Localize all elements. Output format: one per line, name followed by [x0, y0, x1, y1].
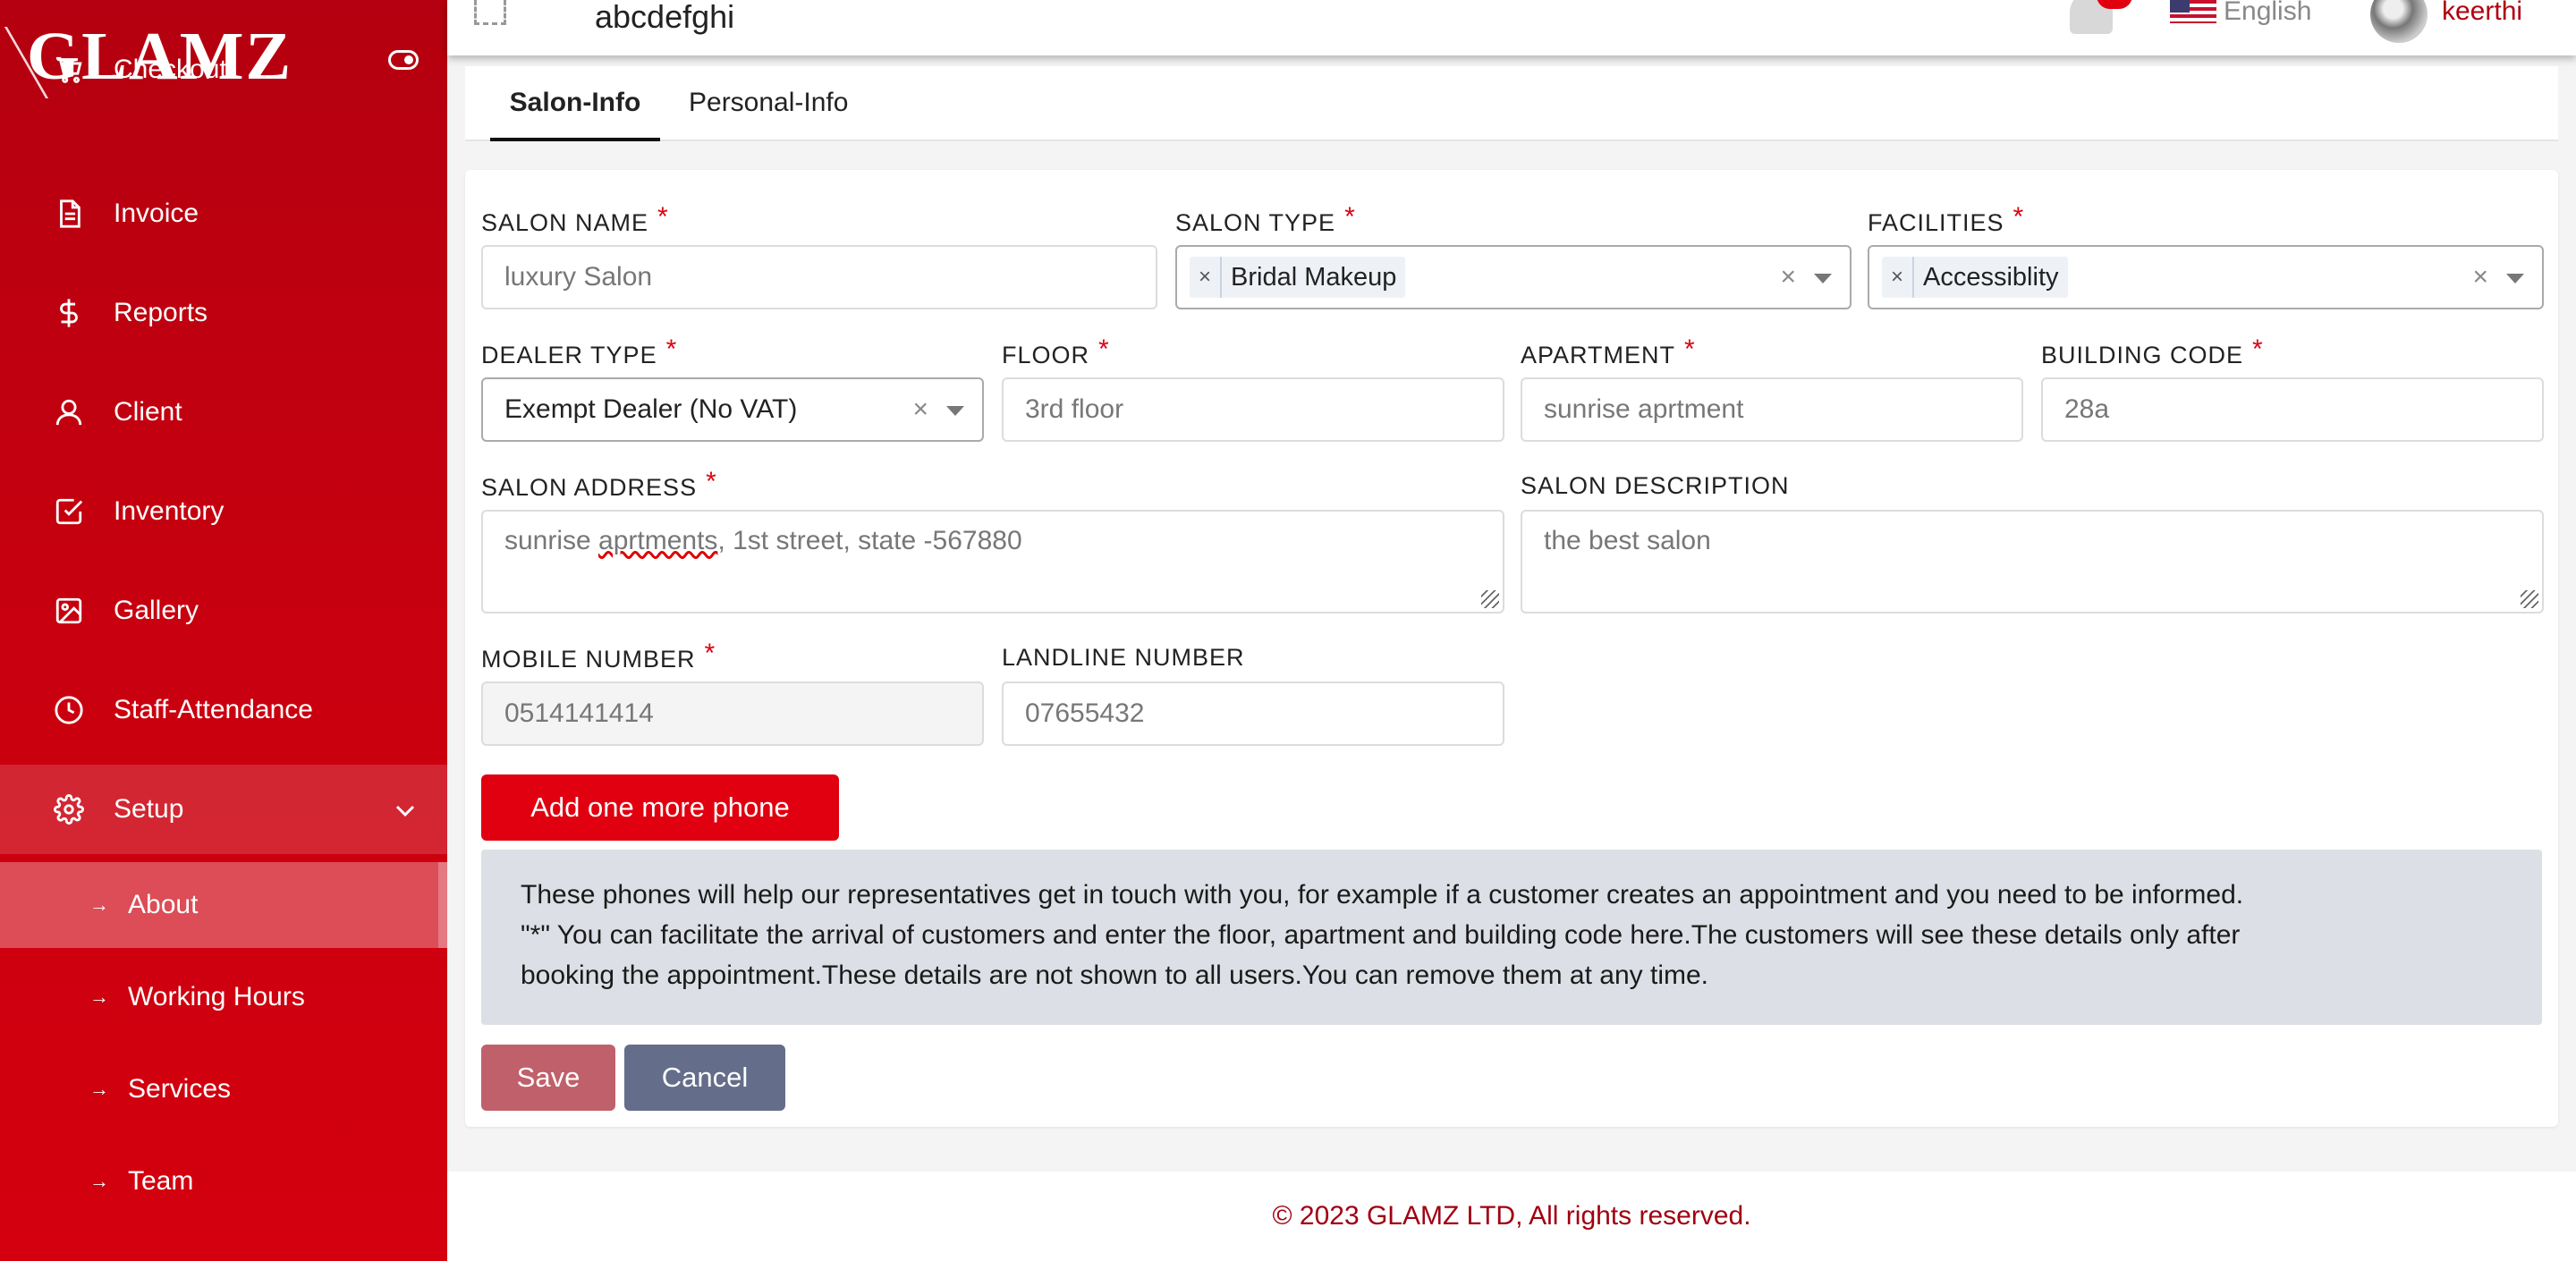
salon-address-label: SALON ADDRESS *	[481, 467, 717, 501]
sidebar-item-label: Checkout	[114, 55, 227, 84]
sidebar-item-label: Client	[114, 397, 182, 427]
chevron-down-icon[interactable]	[1814, 274, 1832, 284]
sidebar-item-invoice[interactable]: Invoice	[0, 169, 447, 258]
sidebar-subitem-label: Team	[128, 1166, 194, 1196]
cancel-button[interactable]: Cancel	[624, 1045, 785, 1111]
gear-icon	[52, 792, 86, 826]
arrow-right-icon: →	[89, 893, 109, 916]
building-code-input[interactable]: 28a	[2041, 377, 2544, 442]
language-selector[interactable]: English	[2224, 0, 2311, 27]
salon-name-label: SALON NAME *	[481, 202, 669, 236]
dealer-type-label: DEALER TYPE *	[481, 334, 678, 368]
tab-bar: Salon-Info Personal-Info	[465, 66, 2558, 141]
arrow-right-icon: →	[89, 986, 109, 1008]
dollar-icon	[52, 296, 86, 330]
sidebar: GLAMZ Checkout Invoice Reports Client In…	[0, 0, 447, 1261]
mobile-number-input[interactable]: 0514141414	[481, 681, 984, 746]
resize-handle[interactable]	[1481, 590, 1499, 608]
checkbox-icon	[52, 495, 86, 529]
sidebar-subitem-services[interactable]: → Services	[0, 1046, 447, 1132]
top-bar: abcdefghi English keerthi	[447, 0, 2576, 55]
arrow-right-icon: →	[89, 1170, 109, 1192]
building-code-label: BUILDING CODE *	[2041, 334, 2264, 368]
facilities-select[interactable]: × Accessiblity ×	[1868, 245, 2544, 309]
arrow-right-icon: →	[89, 1078, 109, 1100]
salon-info-form: SALON NAME * luxury Salon SALON TYPE * × B…	[465, 170, 2558, 1127]
floor-input[interactable]: 3rd floor	[1002, 377, 1504, 442]
chip-remove-icon[interactable]: ×	[1190, 257, 1223, 298]
address-text: sunrise	[504, 526, 599, 555]
salon-address-textarea[interactable]: sunrise aprtments, 1st street, state -56…	[481, 510, 1504, 614]
document-icon	[52, 197, 86, 231]
apartment-input[interactable]: sunrise aprtment	[1521, 377, 2023, 442]
salon-name-input[interactable]: luxury Salon	[481, 245, 1157, 309]
sidebar-subitem-about[interactable]: → About	[0, 862, 447, 948]
copyright-text: © 2023 GLAMZ LTD, All rights reserved.	[1272, 1201, 1751, 1231]
info-alert: These phones will help our representativ…	[481, 850, 2542, 1025]
chip-remove-icon[interactable]: ×	[1882, 257, 1915, 298]
image-icon	[52, 594, 86, 628]
chevron-down-icon	[395, 796, 415, 824]
sidebar-subitem-label: About	[128, 890, 199, 919]
save-button[interactable]: Save	[481, 1045, 615, 1111]
chevron-down-icon[interactable]	[2506, 274, 2524, 284]
landline-number-input[interactable]: 07655432	[1002, 681, 1504, 746]
page-title: abcdefghi	[595, 0, 735, 35]
sidebar-item-inventory[interactable]: Inventory	[0, 467, 447, 556]
sidebar-item-label: Invoice	[114, 199, 199, 228]
clear-icon[interactable]: ×	[2472, 262, 2488, 292]
sidebar-item-label: Inventory	[114, 496, 225, 526]
salon-description-label: SALON DESCRIPTION	[1521, 472, 1790, 499]
sidebar-item-label: Staff-Attendance	[114, 695, 313, 724]
selected-chip: × Bridal Makeup	[1190, 257, 1406, 298]
clear-icon[interactable]: ×	[912, 394, 928, 425]
info-line: These phones will help our representativ…	[521, 880, 2244, 910]
tab-salon-info[interactable]: Salon-Info	[490, 88, 660, 141]
address-text-misspelled: aprtments	[598, 526, 718, 555]
sidebar-item-label: Reports	[114, 298, 208, 327]
sidebar-item-setup[interactable]: Setup	[0, 765, 447, 854]
landline-number-label: LANDLINE NUMBER	[1002, 644, 1245, 671]
sidebar-subitem-team[interactable]: → Team	[0, 1138, 447, 1224]
footer: © 2023 GLAMZ LTD, All rights reserved.	[447, 1172, 2576, 1261]
sidebar-subitem-label: Services	[128, 1074, 232, 1104]
mobile-number-label: MOBILE NUMBER *	[481, 639, 716, 673]
info-line: "*" You can facilitate the arrival of cu…	[521, 920, 2241, 950]
selected-chip: × Accessiblity	[1882, 257, 2068, 298]
add-phone-button[interactable]: Add one more phone	[481, 774, 839, 841]
sidebar-subitem-working-hours[interactable]: → Working Hours	[0, 954, 447, 1040]
clock-icon	[52, 693, 86, 727]
sidebar-item-staff-attendance[interactable]: Staff-Attendance	[0, 665, 447, 755]
dealer-type-value: Exempt Dealer (No VAT)	[504, 394, 798, 424]
clear-icon[interactable]: ×	[1780, 262, 1796, 292]
chip-label: Bridal Makeup	[1231, 262, 1397, 292]
info-line: booking the appointment.These details ar…	[521, 961, 1708, 990]
description-text: the best salon	[1544, 526, 1711, 555]
chevron-down-icon[interactable]	[946, 406, 964, 416]
tab-personal-info[interactable]: Personal-Info	[689, 88, 848, 141]
resize-handle[interactable]	[2521, 590, 2538, 608]
address-text: , 1st street, state -567880	[717, 526, 1022, 555]
apartment-label: APARTMENT *	[1521, 334, 1696, 368]
sidebar-item-label: Gallery	[114, 596, 199, 625]
avatar[interactable]	[2370, 0, 2428, 43]
sidebar-item-client[interactable]: Client	[0, 368, 447, 457]
facilities-label: FACILITIES *	[1868, 202, 2025, 236]
user-name[interactable]: keerthi	[2442, 0, 2522, 27]
us-flag-icon[interactable]	[2170, 0, 2216, 23]
sidebar-subitem-label: Working Hours	[128, 982, 305, 1011]
sidebar-item-checkout[interactable]: Checkout	[0, 25, 447, 114]
fullscreen-icon[interactable]	[474, 0, 506, 25]
sidebar-item-label: Setup	[114, 794, 184, 824]
user-icon	[52, 395, 86, 429]
floor-label: FLOOR *	[1002, 334, 1110, 368]
dealer-type-select[interactable]: Exempt Dealer (No VAT) ×	[481, 377, 984, 442]
salon-type-label: SALON TYPE *	[1175, 202, 1356, 236]
cart-icon	[52, 53, 86, 87]
sidebar-item-reports[interactable]: Reports	[0, 268, 447, 358]
salon-type-select[interactable]: × Bridal Makeup ×	[1175, 245, 1852, 309]
sidebar-item-gallery[interactable]: Gallery	[0, 566, 447, 656]
chip-label: Accessiblity	[1923, 262, 2059, 292]
salon-description-textarea[interactable]: the best salon	[1521, 510, 2544, 614]
